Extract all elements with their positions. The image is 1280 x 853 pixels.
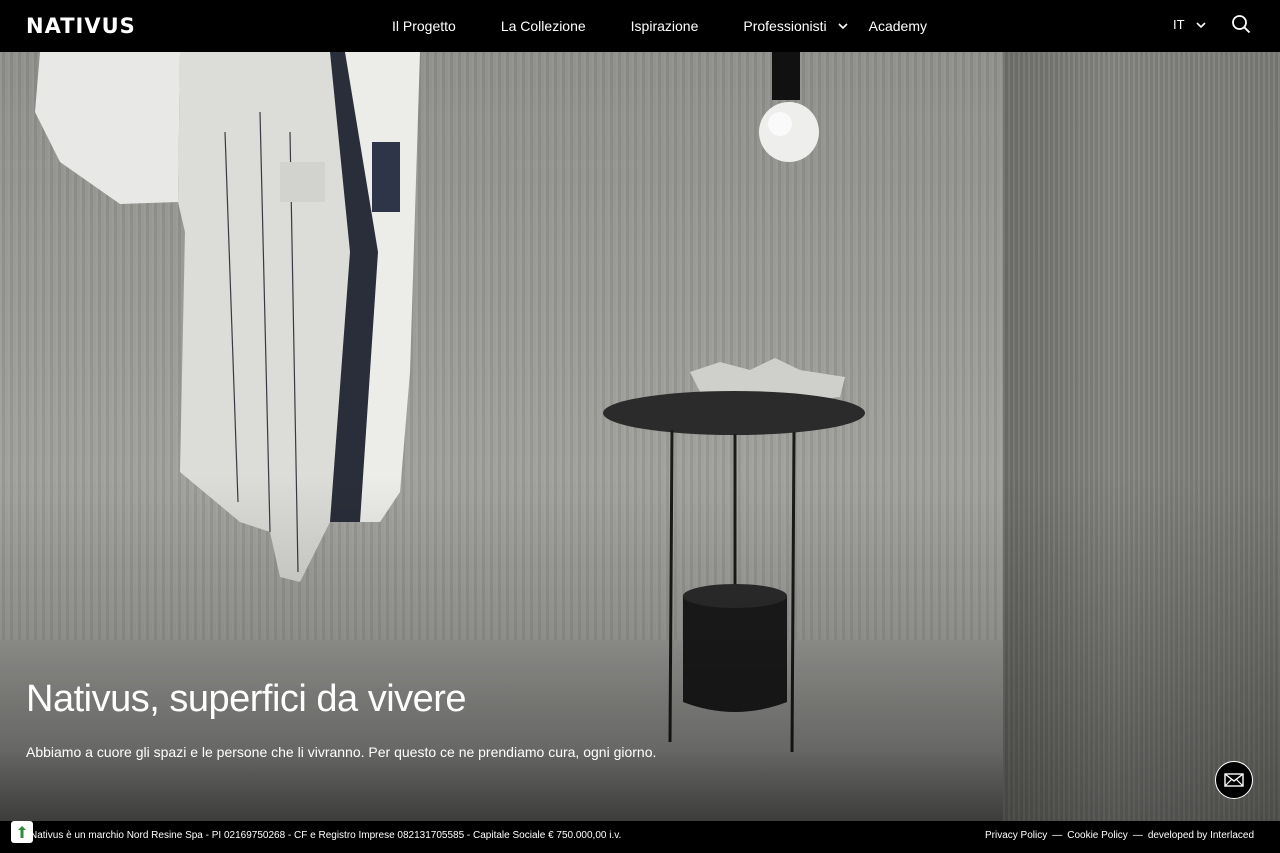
nav-item-professionisti[interactable]: Professionisti <box>743 18 848 34</box>
privacy-policy-link[interactable]: Privacy Policy <box>985 830 1047 841</box>
nav-item-label: Il Progetto <box>392 18 456 34</box>
hero-title: Nativus, superfici da vivere <box>26 678 467 720</box>
nav-item-label: Professionisti <box>743 18 827 34</box>
chevron-down-icon <box>1195 21 1206 28</box>
developer-credit-link[interactable]: developed by Interlaced <box>1148 830 1254 841</box>
nav-item-il-progetto[interactable]: Il Progetto <box>392 18 456 34</box>
footer-separator: — <box>1052 830 1063 841</box>
legal-info: Nativus è un marchio Nord Resine Spa - P… <box>30 830 622 841</box>
cookie-settings-icon <box>18 826 26 838</box>
language-selector[interactable]: IT <box>1173 17 1207 32</box>
contact-mail-button[interactable] <box>1215 761 1253 799</box>
chevron-down-icon <box>838 23 848 30</box>
footer-links: Privacy Policy — Cookie Policy — developed b… <box>985 830 1254 841</box>
main-nav: Il Progetto La Collezione Ispirazione Pr… <box>392 0 927 52</box>
nav-item-la-collezione[interactable]: La Collezione <box>501 18 586 34</box>
nav-item-label: Academy <box>868 18 927 34</box>
nav-item-label: La Collezione <box>500 18 586 34</box>
hero-subtitle: Abbiamo a cuore gli spazi e le persone c… <box>26 744 657 760</box>
cookie-settings-button[interactable] <box>11 821 33 843</box>
search-icon[interactable] <box>1231 14 1251 34</box>
hero-section: Nativus, superfici da vivere Abbiamo a c… <box>0 52 1280 821</box>
nav-item-ispirazione[interactable]: Ispirazione <box>631 18 699 34</box>
nativus-logo[interactable]: NATIVUS <box>26 15 136 37</box>
footer-separator: — <box>1132 830 1143 841</box>
cookie-policy-link[interactable]: Cookie Policy <box>1067 830 1128 841</box>
nav-item-academy[interactable]: Academy <box>869 18 927 34</box>
site-footer: Nativus è un marchio Nord Resine Spa - P… <box>0 821 1280 853</box>
nav-item-label: Ispirazione <box>630 18 699 34</box>
page: NATIVUS Il Progetto La Collezione Ispira… <box>0 0 1280 853</box>
mail-icon <box>1224 773 1244 787</box>
language-label: IT <box>1173 17 1185 32</box>
site-header: NATIVUS Il Progetto La Collezione Ispira… <box>0 0 1280 52</box>
